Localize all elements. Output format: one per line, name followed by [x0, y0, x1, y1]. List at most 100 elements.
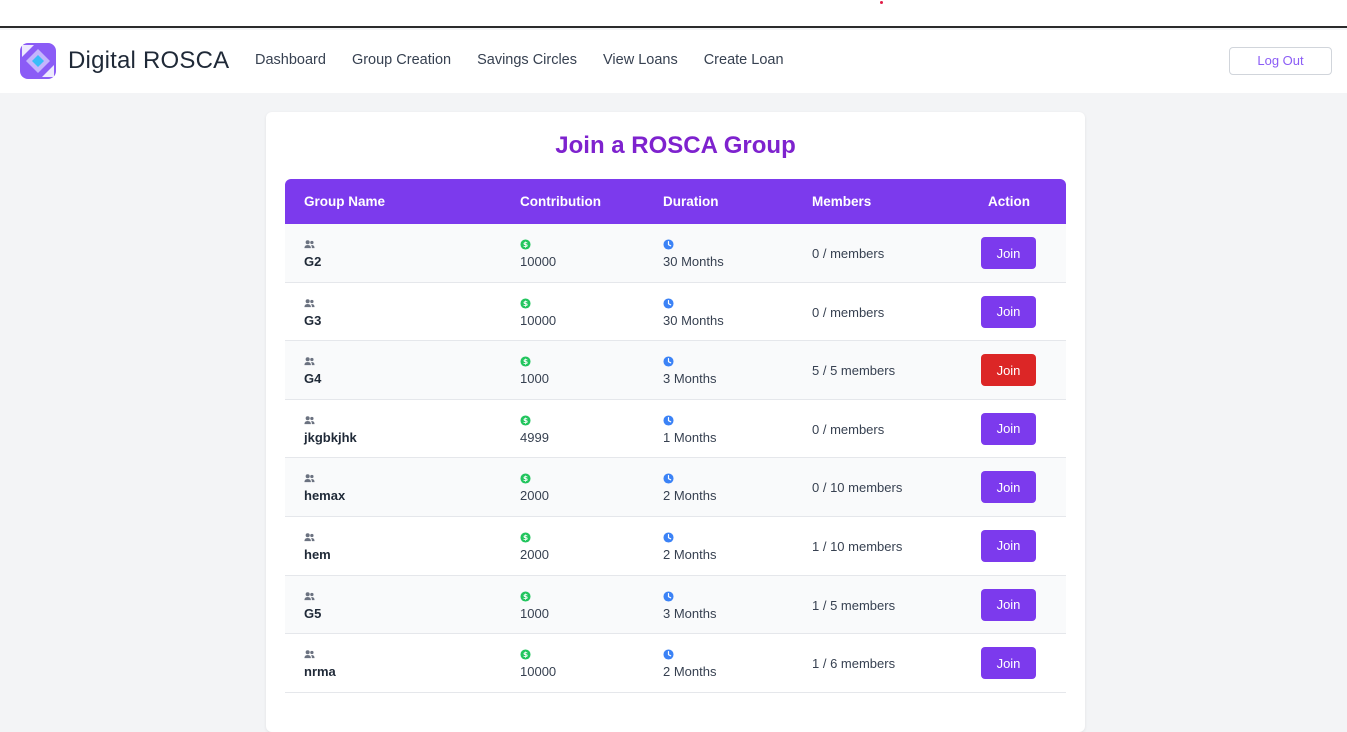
members-count: 0 / members [812, 304, 885, 320]
dollar-circle-icon: $ [520, 530, 531, 543]
members-count: 1 / 6 members [812, 656, 896, 672]
users-icon [304, 296, 315, 307]
top-strip [0, 0, 1347, 28]
members-count: 0 / members [812, 421, 885, 437]
group-name: G4 [304, 371, 322, 387]
clock-icon [663, 296, 674, 309]
contribution-amount: 10000 [520, 664, 557, 680]
contribution-amount: 2000 [520, 546, 549, 562]
svg-text:$: $ [523, 592, 528, 601]
header-duration: Duration [663, 194, 719, 209]
svg-text:$: $ [523, 240, 528, 249]
contribution-amount: 10000 [520, 254, 557, 269]
dollar-circle-icon: $ [520, 296, 531, 309]
table-row: hem $2000 2 Months 1 / 10 members Join [285, 516, 1066, 576]
group-name: jkgbkjhk [304, 429, 357, 445]
nav-savings-circles[interactable]: Savings Circles [477, 52, 577, 68]
dollar-circle-icon: $ [520, 413, 531, 426]
page-title: Join a ROSCA Group [555, 132, 796, 159]
table-row: G4 $1000 3 Months 5 / 5 members Join [285, 341, 1066, 400]
nav-dashboard[interactable]: Dashboard [255, 52, 326, 68]
users-icon [304, 530, 315, 542]
duration-value: 1 Months [663, 429, 717, 445]
dollar-circle-icon: $ [520, 471, 531, 484]
svg-text:$: $ [523, 357, 528, 366]
svg-text:$: $ [523, 650, 528, 659]
users-icon [304, 647, 315, 659]
join-button[interactable]: Join [981, 647, 1036, 680]
nav-group-creation[interactable]: Group Creation [352, 52, 451, 68]
members-count: 0 / 10 members [812, 480, 903, 496]
members-count: 0 / members [812, 246, 885, 261]
table-row: jkgbkjhk $4999 1 Months 0 / members Join [285, 399, 1066, 459]
group-name: nrma [304, 664, 336, 680]
users-icon [304, 354, 315, 366]
join-group-card: Join a ROSCA Group Group Name Contributi… [266, 112, 1085, 732]
table-row: G5 $1000 3 Months 1 / 5 members Join [285, 575, 1066, 635]
users-icon [304, 589, 315, 600]
logo-icon [20, 43, 56, 79]
contribution-amount: 4999 [520, 429, 549, 445]
join-button[interactable]: Join [981, 412, 1036, 445]
join-button[interactable]: Join [981, 354, 1036, 387]
table-row: G2 $10000 30 Months 0 / members Join [285, 224, 1066, 283]
members-count: 1 / 10 members [812, 538, 903, 554]
join-button[interactable]: Join [981, 295, 1036, 328]
dollar-circle-icon: $ [520, 647, 531, 660]
nav-create-loan[interactable]: Create Loan [704, 52, 784, 68]
duration-value: 2 Months [663, 664, 717, 680]
group-name: G2 [304, 254, 322, 269]
join-button[interactable]: Join [981, 529, 1036, 562]
contribution-amount: 1000 [520, 605, 549, 621]
brand[interactable]: Digital ROSCA [20, 43, 229, 79]
table-row: hemax $2000 2 Months 0 / 10 members Join [285, 458, 1066, 517]
dollar-circle-icon: $ [520, 354, 531, 367]
clock-icon [663, 471, 674, 484]
logout-button[interactable]: Log Out [1229, 47, 1332, 75]
duration-value: 3 Months [663, 371, 717, 387]
clock-icon [663, 647, 674, 660]
members-count: 5 / 5 members [812, 363, 896, 379]
contribution-amount: 1000 [520, 371, 549, 387]
contribution-amount: 10000 [520, 312, 557, 328]
clock-icon [663, 530, 674, 543]
table-row: nrma $10000 2 Months 1 / 6 members Join [285, 634, 1066, 693]
nav-links: Dashboard Group Creation Savings Circles… [255, 52, 810, 68]
clock-icon [663, 237, 674, 250]
join-button[interactable]: Join [981, 471, 1036, 504]
group-name: hem [304, 546, 331, 562]
header-group-name: Group Name [304, 194, 386, 209]
join-button[interactable]: Join [981, 588, 1036, 621]
users-icon [304, 413, 315, 424]
table-row: G3 $10000 30 Months 0 / members Join [285, 282, 1066, 342]
navbar: Digital ROSCA Dashboard Group Creation S… [0, 30, 1347, 93]
group-name: hemax [304, 488, 346, 504]
duration-value: 2 Months [663, 488, 717, 504]
duration-value: 3 Months [663, 605, 717, 621]
brand-title: Digital ROSCA [68, 47, 230, 74]
duration-value: 30 Months [663, 254, 724, 269]
clock-icon [663, 589, 674, 602]
contribution-amount: 2000 [520, 488, 549, 504]
indicator-dot [880, 1, 883, 4]
header-contribution: Contribution [520, 194, 601, 209]
duration-value: 2 Months [663, 546, 717, 562]
members-count: 1 / 5 members [812, 597, 896, 613]
dollar-circle-icon: $ [520, 589, 531, 602]
header-members: Members [812, 194, 872, 209]
dollar-circle-icon: $ [520, 237, 531, 250]
table-header: Group Name Contribution Duration Members… [285, 179, 1066, 224]
nav-view-loans[interactable]: View Loans [603, 52, 678, 68]
users-icon [304, 237, 315, 249]
join-button[interactable]: Join [981, 237, 1036, 269]
group-name: G5 [304, 605, 322, 621]
duration-value: 30 Months [663, 312, 724, 328]
groups-table: Group Name Contribution Duration Members… [285, 179, 1066, 693]
clock-icon [663, 413, 674, 426]
group-name: G3 [304, 312, 322, 328]
header-action: Action [988, 194, 1030, 209]
svg-text:$: $ [523, 416, 528, 425]
svg-text:$: $ [523, 533, 528, 542]
svg-text:$: $ [523, 474, 528, 483]
svg-text:$: $ [523, 299, 528, 308]
